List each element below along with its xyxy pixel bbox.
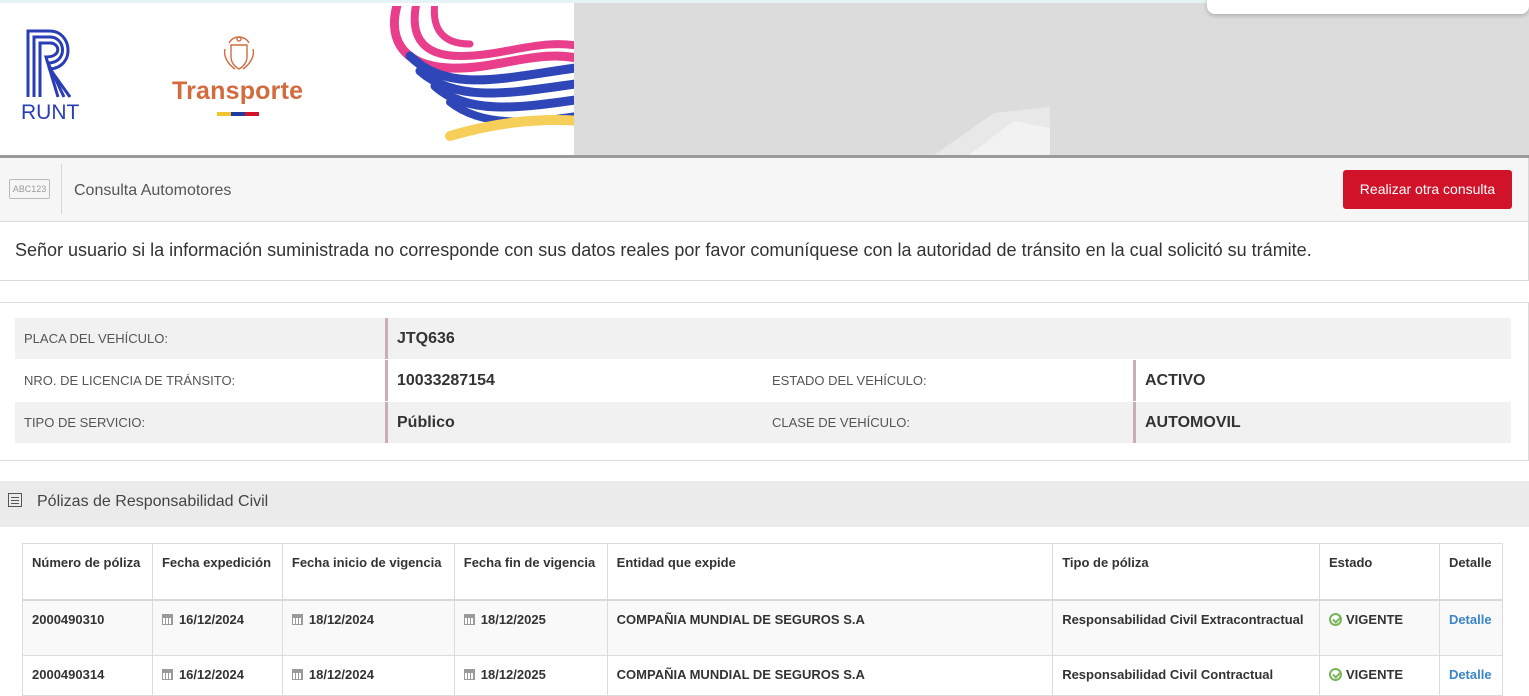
vehicle-info-panel: PLACA DEL VEHÍCULO: JTQ636 NRO. DE LICEN… bbox=[0, 302, 1529, 461]
col-fecha-inicio: Fecha inicio de vigencia bbox=[281, 543, 455, 601]
licencia-value: 10033287154 bbox=[385, 360, 755, 401]
user-notice: Señor usuario si la información suminist… bbox=[0, 222, 1529, 281]
banner-decoration bbox=[934, 107, 1050, 155]
header-divider bbox=[61, 164, 62, 214]
banner-background bbox=[574, 3, 1529, 155]
servicio-value: Público bbox=[385, 402, 755, 443]
page-title: Consulta Automotores bbox=[74, 182, 232, 199]
entidad: COMPAÑIA MUNDIAL DE SEGUROS S.A bbox=[606, 599, 1054, 656]
status-badge: VIGENTE bbox=[1346, 667, 1404, 682]
col-entidad: Entidad que expide bbox=[606, 543, 1054, 601]
notice-text: Señor usuario si la información suminist… bbox=[15, 240, 1312, 260]
table-row: 2000490314 16/12/2024 18/12/2024 18/12/2… bbox=[22, 655, 1504, 696]
detalle-link[interactable]: Detalle bbox=[1449, 612, 1492, 627]
vehicle-row-licencia: NRO. DE LICENCIA DE TRÁNSITO: 1003328715… bbox=[15, 360, 1511, 401]
col-numero-poliza: Número de póliza bbox=[22, 543, 153, 601]
col-fecha-expedicion: Fecha expedición bbox=[151, 543, 283, 601]
col-detalle: Detalle bbox=[1438, 543, 1504, 601]
tipo-poliza: Responsabilidad Civil Contractual bbox=[1052, 655, 1320, 696]
fecha-fin: 18/12/2025 bbox=[480, 667, 546, 682]
list-icon bbox=[8, 493, 22, 507]
fecha-expedicion-cell: 16/12/2024 bbox=[151, 655, 283, 696]
ministry-logo-text: Transporte bbox=[172, 77, 304, 105]
logo-banner: RUNT Transporte bbox=[0, 3, 574, 141]
polizas-section-header[interactable]: Pólizas de Responsabilidad Civil bbox=[0, 481, 1529, 527]
fecha-inicio: 18/12/2024 bbox=[308, 611, 374, 627]
entidad: COMPAÑIA MUNDIAL DE SEGUROS S.A bbox=[606, 655, 1054, 696]
estado-vehiculo-value: ACTIVO bbox=[1133, 360, 1511, 401]
runt-logo-text: RUNT bbox=[21, 101, 80, 124]
vehicle-row-placa: PLACA DEL VEHÍCULO: JTQ636 bbox=[15, 318, 1511, 359]
table-header-row: Número de póliza Fecha expedición Fecha … bbox=[22, 543, 1504, 601]
detalle-cell: Detalle bbox=[1438, 655, 1504, 696]
new-query-button[interactable]: Realizar otra consulta bbox=[1343, 170, 1512, 209]
fecha-fin-cell: 18/12/2025 bbox=[453, 655, 608, 696]
consulta-header: ABC123 Consulta Automotores Realizar otr… bbox=[0, 158, 1529, 222]
top-floating-card bbox=[1207, 0, 1529, 14]
polizas-section-title: Pólizas de Responsabilidad Civil bbox=[37, 493, 269, 510]
check-circle-icon bbox=[1329, 612, 1342, 626]
calendar-icon bbox=[161, 669, 173, 680]
banner-waves-graphic bbox=[390, 6, 574, 141]
poliza-numero: 2000490314 bbox=[22, 655, 153, 696]
vehicle-row-servicio: TIPO DE SERVICIO: Público CLASE DE VEHÍC… bbox=[15, 402, 1511, 443]
flag-bar bbox=[217, 112, 259, 116]
fecha-inicio-cell: 18/12/2024 bbox=[281, 599, 455, 656]
estado-cell: VIGENTE bbox=[1319, 655, 1440, 696]
calendar-icon bbox=[291, 669, 303, 680]
status-badge: VIGENTE bbox=[1346, 611, 1404, 627]
polizas-table: Número de póliza Fecha expedición Fecha … bbox=[22, 543, 1504, 696]
placa-label: PLACA DEL VEHÍCULO: bbox=[24, 331, 169, 346]
fecha-expedicion-cell: 16/12/2024 bbox=[151, 599, 283, 656]
fecha-inicio: 18/12/2024 bbox=[308, 667, 374, 682]
placa-value: JTQ636 bbox=[385, 318, 1511, 359]
tipo-poliza: Responsabilidad Civil Extracontractual bbox=[1052, 599, 1320, 656]
coat-of-arms-icon bbox=[223, 36, 255, 70]
detalle-cell: Detalle bbox=[1438, 599, 1504, 656]
detalle-link[interactable]: Detalle bbox=[1449, 667, 1492, 682]
col-fecha-fin: Fecha fin de vigencia bbox=[453, 543, 608, 601]
col-estado: Estado bbox=[1319, 543, 1440, 601]
clase-vehiculo-label: CLASE DE VEHÍCULO: bbox=[772, 415, 910, 430]
calendar-icon bbox=[161, 613, 173, 625]
plate-icon: ABC123 bbox=[9, 179, 50, 199]
licencia-label: NRO. DE LICENCIA DE TRÁNSITO: bbox=[24, 373, 236, 388]
col-tipo-poliza: Tipo de póliza bbox=[1052, 543, 1320, 601]
calendar-icon bbox=[463, 613, 475, 625]
calendar-icon bbox=[291, 613, 303, 625]
fecha-expedicion: 16/12/2024 bbox=[178, 611, 245, 627]
estado-vehiculo-label: ESTADO DEL VEHÍCULO: bbox=[772, 373, 927, 388]
fecha-fin: 18/12/2025 bbox=[480, 611, 546, 627]
fecha-inicio-cell: 18/12/2024 bbox=[281, 655, 455, 696]
estado-cell: VIGENTE bbox=[1319, 599, 1440, 656]
fecha-expedicion: 16/12/2024 bbox=[178, 667, 245, 682]
calendar-icon bbox=[463, 669, 475, 680]
clase-vehiculo-value: AUTOMOVIL bbox=[1133, 402, 1511, 443]
table-row: 2000490310 16/12/2024 18/12/2024 18/12/2… bbox=[22, 599, 1504, 656]
fecha-fin-cell: 18/12/2025 bbox=[453, 599, 608, 656]
servicio-label: TIPO DE SERVICIO: bbox=[24, 415, 146, 430]
poliza-numero: 2000490310 bbox=[22, 599, 153, 656]
check-circle-icon bbox=[1329, 668, 1342, 681]
